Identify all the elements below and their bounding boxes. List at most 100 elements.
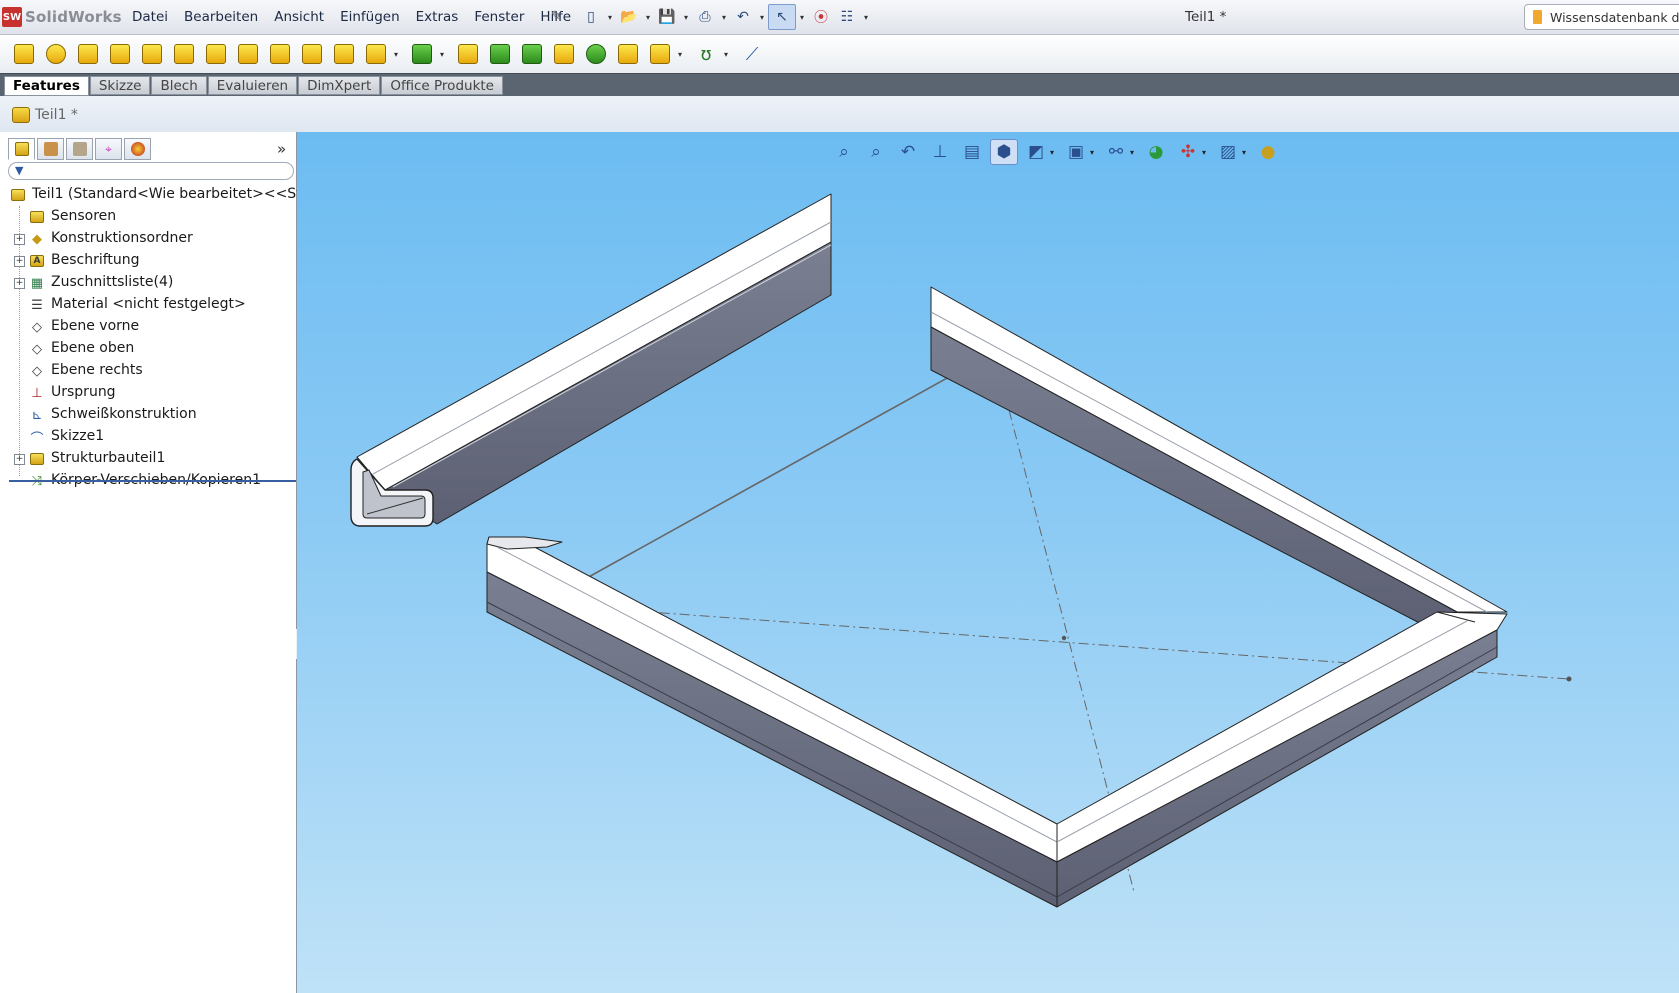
expand-toggle-icon[interactable]: + [14,256,25,267]
options-icon[interactable]: ☷ [834,5,860,29]
part-name[interactable]: Teil1 * [35,107,78,123]
extrude-boss-icon[interactable] [10,40,38,68]
dome-icon[interactable] [582,40,610,68]
tree-item-ebene-vorne[interactable]: ◇ Ebene vorne [0,316,296,338]
wrap-icon[interactable] [550,40,578,68]
tab-dimxpert[interactable]: DimXpert [298,76,381,95]
mirror-icon[interactable] [614,40,642,68]
knowledge-base-search[interactable]: Wissensdatenbank du [1524,4,1679,30]
shell-icon[interactable] [518,40,546,68]
undo-dropdown-icon[interactable]: ▾ [756,13,768,22]
undo-icon[interactable]: ↶ [730,5,756,29]
pattern-dropdown-icon[interactable]: ▾ [440,50,450,59]
curves-icon[interactable]: ʊ [692,40,720,68]
rebuild-traffic-light-icon[interactable]: ⦿ [808,5,834,29]
tree-item-material[interactable]: ☰ Material <nicht festgelegt> [0,294,296,316]
menu-datei[interactable]: Datei [124,9,176,25]
tree-item-schweisskonstruktion[interactable]: ⊾ Schweißkonstruktion [0,404,296,426]
solidworks-logo[interactable]: SW SolidWorks [2,6,122,28]
tab-features[interactable]: Features [4,76,89,96]
tree-item-konstruktionsordner[interactable]: + ◆ Konstruktionsordner [0,228,296,250]
tree-item-ebene-rechts[interactable]: ◇ Ebene rechts [0,360,296,382]
boundary-boss-icon[interactable] [138,40,166,68]
fillet-dropdown-icon[interactable]: ▾ [394,50,404,59]
tree-item-strukturbauteil1[interactable]: + Strukturbauteil1 [0,448,296,470]
tree-item-beschriftung[interactable]: + A Beschriftung [0,250,296,272]
part-icon [10,187,26,203]
tree-item-sensoren[interactable]: Sensoren [0,206,296,228]
rollback-bar[interactable] [9,480,296,482]
select-cursor-icon[interactable]: ↖ [768,4,796,30]
dimxpert-manager-tab-icon[interactable]: ⌖ [95,138,122,160]
instant3d-icon[interactable]: ⟋ [738,40,766,68]
open-folder-icon[interactable]: 📂 [616,5,642,29]
lofted-cut-icon[interactable] [298,40,326,68]
revolve-boss-icon[interactable] [42,40,70,68]
cut-list-icon: ▦ [30,275,44,291]
frame-member-right[interactable] [930,286,1508,633]
select-dropdown-icon[interactable]: ▾ [796,13,808,22]
sweep-boss-icon[interactable] [74,40,102,68]
graphics-viewport[interactable]: ⌕ ⌕ ↶ ⊥ ▤ ⬢ ◩ ▾ ▣ ▾ ⚯ ▾ ◕ ✣ ▾ ▨ ▾ ● [297,132,1679,993]
weldment-frame-model[interactable] [297,132,1679,993]
tree-root-part[interactable]: Teil1 (Standard<Wie bearbeitet><<Sta [0,184,310,206]
solidworks-logo-icon: SW [2,7,22,27]
title-bar: SW SolidWorks Datei Bearbeiten Ansicht E… [0,0,1679,35]
new-document-icon[interactable]: ▯ [578,5,604,29]
expand-toggle-icon[interactable]: + [14,454,25,465]
reference-geometry-dropdown-icon[interactable]: ▾ [678,50,688,59]
rib-icon[interactable] [454,40,482,68]
loft-boss-icon[interactable] [106,40,134,68]
print-dropdown-icon[interactable]: ▾ [718,13,730,22]
new-dropdown-icon[interactable]: ▾ [604,13,616,22]
menu-extras[interactable]: Extras [408,9,467,25]
menu-ansicht[interactable]: Ansicht [266,9,332,25]
tree-item-ursprung[interactable]: ⊥ Ursprung [0,382,296,404]
boundary-cut-icon[interactable] [330,40,358,68]
tab-office-produkte[interactable]: Office Produkte [381,76,503,95]
frame-member-front[interactable] [1056,611,1508,908]
options-dropdown-icon[interactable]: ▾ [860,13,872,22]
expand-panel-icon[interactable]: » [277,140,286,158]
tab-skizze[interactable]: Skizze [89,76,151,95]
detached-rectangular-tube[interactable] [350,193,832,527]
tree-item-ebene-oben[interactable]: ◇ Ebene oben [0,338,296,360]
swept-cut-icon[interactable] [266,40,294,68]
menu-einfuegen[interactable]: Einfügen [332,9,408,25]
tree-item-zuschnittsliste[interactable]: + ▦ Zuschnittsliste(4) [0,272,296,294]
linear-pattern-icon[interactable] [408,40,436,68]
property-manager-tab-icon[interactable] [37,138,64,160]
command-manager-toolbar: ▾ ▾ ▾ ʊ ▾ ⟋ [0,35,1679,73]
origin-icon: ⊥ [31,385,43,401]
reference-geometry-icon[interactable] [646,40,674,68]
save-icon[interactable]: 💾 [654,5,680,29]
tree-filter-input[interactable]: ▼ [8,162,294,180]
quick-access-toolbar: ▯ ▾ 📂 ▾ 💾 ▾ ⎙ ▾ ↶ ▾ ↖ ▾ ⦿ ☷ ▾ [578,4,872,30]
frame-member-left[interactable] [486,536,1058,908]
search-placeholder: Wissensdatenbank du [1550,9,1679,25]
fillet-icon[interactable] [362,40,390,68]
tab-blech[interactable]: Blech [151,76,207,95]
plane-icon: ◇ [32,363,42,379]
menu-fenster[interactable]: Fenster [466,9,532,25]
tab-evaluieren[interactable]: Evaluieren [207,76,298,95]
configuration-manager-tab-icon[interactable] [66,138,93,160]
tree-item-skizze1[interactable]: ⌒ Skizze1 [0,426,296,448]
feature-manager-tab-icon[interactable] [8,138,35,160]
save-dropdown-icon[interactable]: ▾ [680,13,692,22]
curves-dropdown-icon[interactable]: ▾ [724,50,734,59]
command-manager-tabs: Features Skizze Blech Evaluieren DimXper… [0,73,1679,96]
feature-manager-panel: ⌖ » ▼ Teil1 (Standard<Wie bearbeitet><<S… [0,132,310,993]
extruded-cut-icon[interactable] [170,40,198,68]
pin-menu-icon[interactable]: ✎ [551,9,562,24]
hole-wizard-icon[interactable] [202,40,230,68]
display-manager-tab-icon[interactable] [124,138,151,160]
manager-tabs: ⌖ [8,138,153,160]
revolved-cut-icon[interactable] [234,40,262,68]
expand-toggle-icon[interactable]: + [14,234,25,245]
menu-bearbeiten[interactable]: Bearbeiten [176,9,266,25]
print-icon[interactable]: ⎙ [692,5,718,29]
open-dropdown-icon[interactable]: ▾ [642,13,654,22]
draft-icon[interactable] [486,40,514,68]
expand-toggle-icon[interactable]: + [14,278,25,289]
